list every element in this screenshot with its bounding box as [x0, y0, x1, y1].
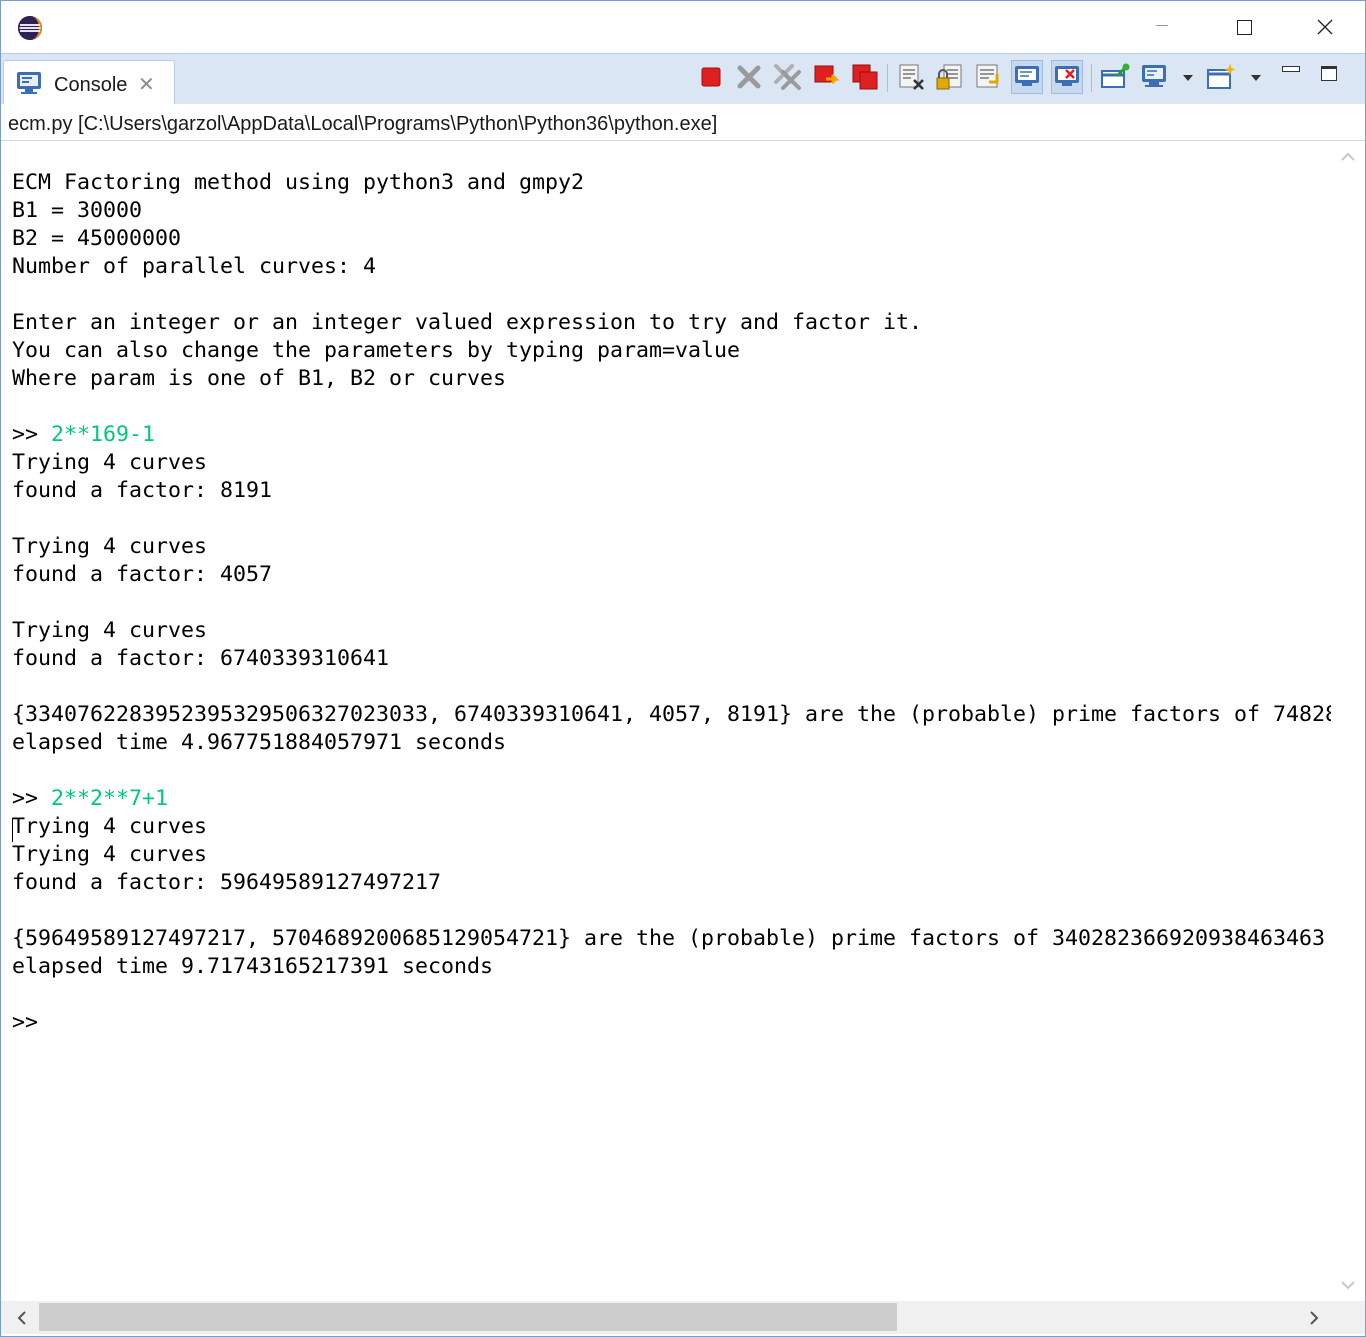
scroll-down-button[interactable]	[1331, 1273, 1365, 1297]
display-selected-console-icon	[852, 64, 878, 90]
process-description-text: ecm.py [C:\Users\garzol\AppData\Local\Pr…	[8, 113, 718, 135]
show-console-on-stderr-button[interactable]	[1051, 60, 1083, 94]
scroll-lock-button[interactable]	[933, 60, 965, 94]
view-tab-strip: Console ✕	[1, 53, 1365, 106]
console-prompt-line: >> 2**169-1	[12, 421, 155, 449]
clear-console-button[interactable]	[895, 60, 927, 94]
eclipse-icon	[18, 16, 42, 40]
console-line: {59649589127497217, 57046892006851290547…	[12, 926, 1326, 951]
close-button[interactable]	[1302, 1, 1348, 53]
terminate-icon	[701, 67, 721, 87]
show-console-on-stdout-button[interactable]	[1011, 60, 1043, 94]
console-line: found a factor: 6740339310641	[12, 646, 390, 671]
remove-all-terminated-icon	[774, 64, 801, 90]
close-icon	[1317, 19, 1333, 35]
new-console-icon	[814, 65, 840, 85]
clear-console-icon	[899, 64, 924, 90]
console-line: Where param is one of B1, B2 or curves	[12, 366, 507, 391]
toolbar-separator	[1091, 64, 1092, 92]
view-maximize-icon[interactable]	[1321, 66, 1337, 81]
console-line: found a factor: 59649589127497217	[12, 870, 442, 895]
open-console-icon	[1207, 64, 1236, 89]
minimize-icon	[1156, 24, 1168, 26]
maximize-button[interactable]	[1221, 1, 1267, 53]
console-line: B1 = 30000	[12, 198, 143, 223]
console-line: found a factor: 8191	[12, 478, 273, 503]
console-monitor-icon	[17, 72, 41, 94]
terminate-button[interactable]	[695, 60, 727, 94]
console-line: ECM Factoring method using python3 and g…	[12, 170, 585, 195]
chevron-right-icon	[1310, 1310, 1319, 1325]
display-console-icon	[1142, 65, 1166, 87]
view-minimize-icon[interactable]	[1282, 66, 1300, 72]
eclipse-console-window: Console ✕ ecm.py [C:\Users\garzol\AppDat…	[0, 0, 1366, 1337]
process-description: ecm.py [C:\Users\garzol\AppData\Local\Pr…	[1, 104, 1365, 141]
title-bar	[1, 1, 1365, 53]
console-line: elapsed time 4.967751884057971 seconds	[12, 730, 507, 755]
pin-console-icon	[1101, 63, 1130, 88]
console-prompt-line: >> 2**2**7+1	[12, 785, 168, 813]
maximize-icon	[1236, 19, 1252, 35]
prompt-marker: >>	[12, 786, 52, 811]
display-selected-console-button[interactable]	[849, 60, 881, 94]
new-console-button[interactable]	[811, 60, 843, 94]
user-input: 2**169-1	[51, 422, 156, 447]
display-console-button[interactable]	[1139, 60, 1171, 94]
scroll-lock-icon	[936, 64, 962, 90]
tab-console[interactable]: Console ✕	[3, 60, 175, 106]
remove-all-terminated-button[interactable]	[772, 60, 804, 94]
console-line: Trying 4 curves	[12, 618, 208, 643]
vertical-scrollbar[interactable]	[1331, 141, 1365, 1301]
word-wrap-button[interactable]	[972, 60, 1004, 94]
tab-console-label: Console	[54, 74, 128, 96]
console-line: You can also change the parameters by ty…	[12, 338, 741, 363]
pin-console-button[interactable]	[1099, 60, 1131, 94]
horizontal-scroll-track[interactable]	[39, 1303, 1301, 1331]
prompt-marker: >>	[12, 422, 52, 447]
display-console-dropdown[interactable]	[1183, 75, 1193, 81]
show-console-on-stdout-icon	[1015, 66, 1039, 86]
user-input: 2**2**7+1	[51, 786, 169, 811]
scroll-right-button[interactable]	[1297, 1301, 1331, 1334]
scroll-left-button[interactable]	[5, 1301, 39, 1334]
open-console-dropdown[interactable]	[1251, 75, 1261, 81]
console-line: Trying 4 curves	[12, 450, 208, 475]
open-console-button[interactable]	[1205, 60, 1237, 94]
console-line: Trying 4 curves	[12, 842, 208, 867]
console-line: Trying 4 curves	[12, 534, 208, 559]
console-line: found a factor: 4057	[12, 562, 273, 587]
minimize-button[interactable]	[1139, 1, 1185, 53]
scroll-up-button[interactable]	[1331, 145, 1365, 169]
horizontal-scroll-thumb[interactable]	[39, 1303, 898, 1331]
console-line: {3340762283952395329506327023033, 674033…	[12, 702, 1331, 727]
show-console-on-stderr-icon	[1055, 66, 1079, 86]
console-line: Trying 4 curves	[12, 814, 208, 839]
tab-close-icon[interactable]: ✕	[138, 72, 155, 96]
console-line: Number of parallel curves: 4	[12, 254, 377, 279]
chevron-up-icon	[1341, 152, 1355, 161]
console-line: B2 = 45000000	[12, 226, 182, 251]
remove-launch-icon	[737, 65, 761, 89]
chevron-down-icon	[1341, 1281, 1355, 1290]
remove-launch-button[interactable]	[733, 60, 765, 94]
console-line: elapsed time 9.71743165217391 seconds	[12, 954, 494, 979]
word-wrap-icon	[976, 64, 999, 88]
prompt-marker: >>	[12, 1010, 39, 1035]
console-prompt-line: >>	[12, 1009, 38, 1037]
console-output[interactable]: ECM Factoring method using python3 and g…	[1, 141, 1331, 1301]
toolbar-separator	[887, 64, 888, 92]
horizontal-scrollbar[interactable]	[1, 1301, 1365, 1334]
text-caret	[12, 818, 13, 842]
chevron-left-icon	[17, 1310, 26, 1325]
console-line: Enter an integer or an integer valued ex…	[12, 310, 923, 335]
